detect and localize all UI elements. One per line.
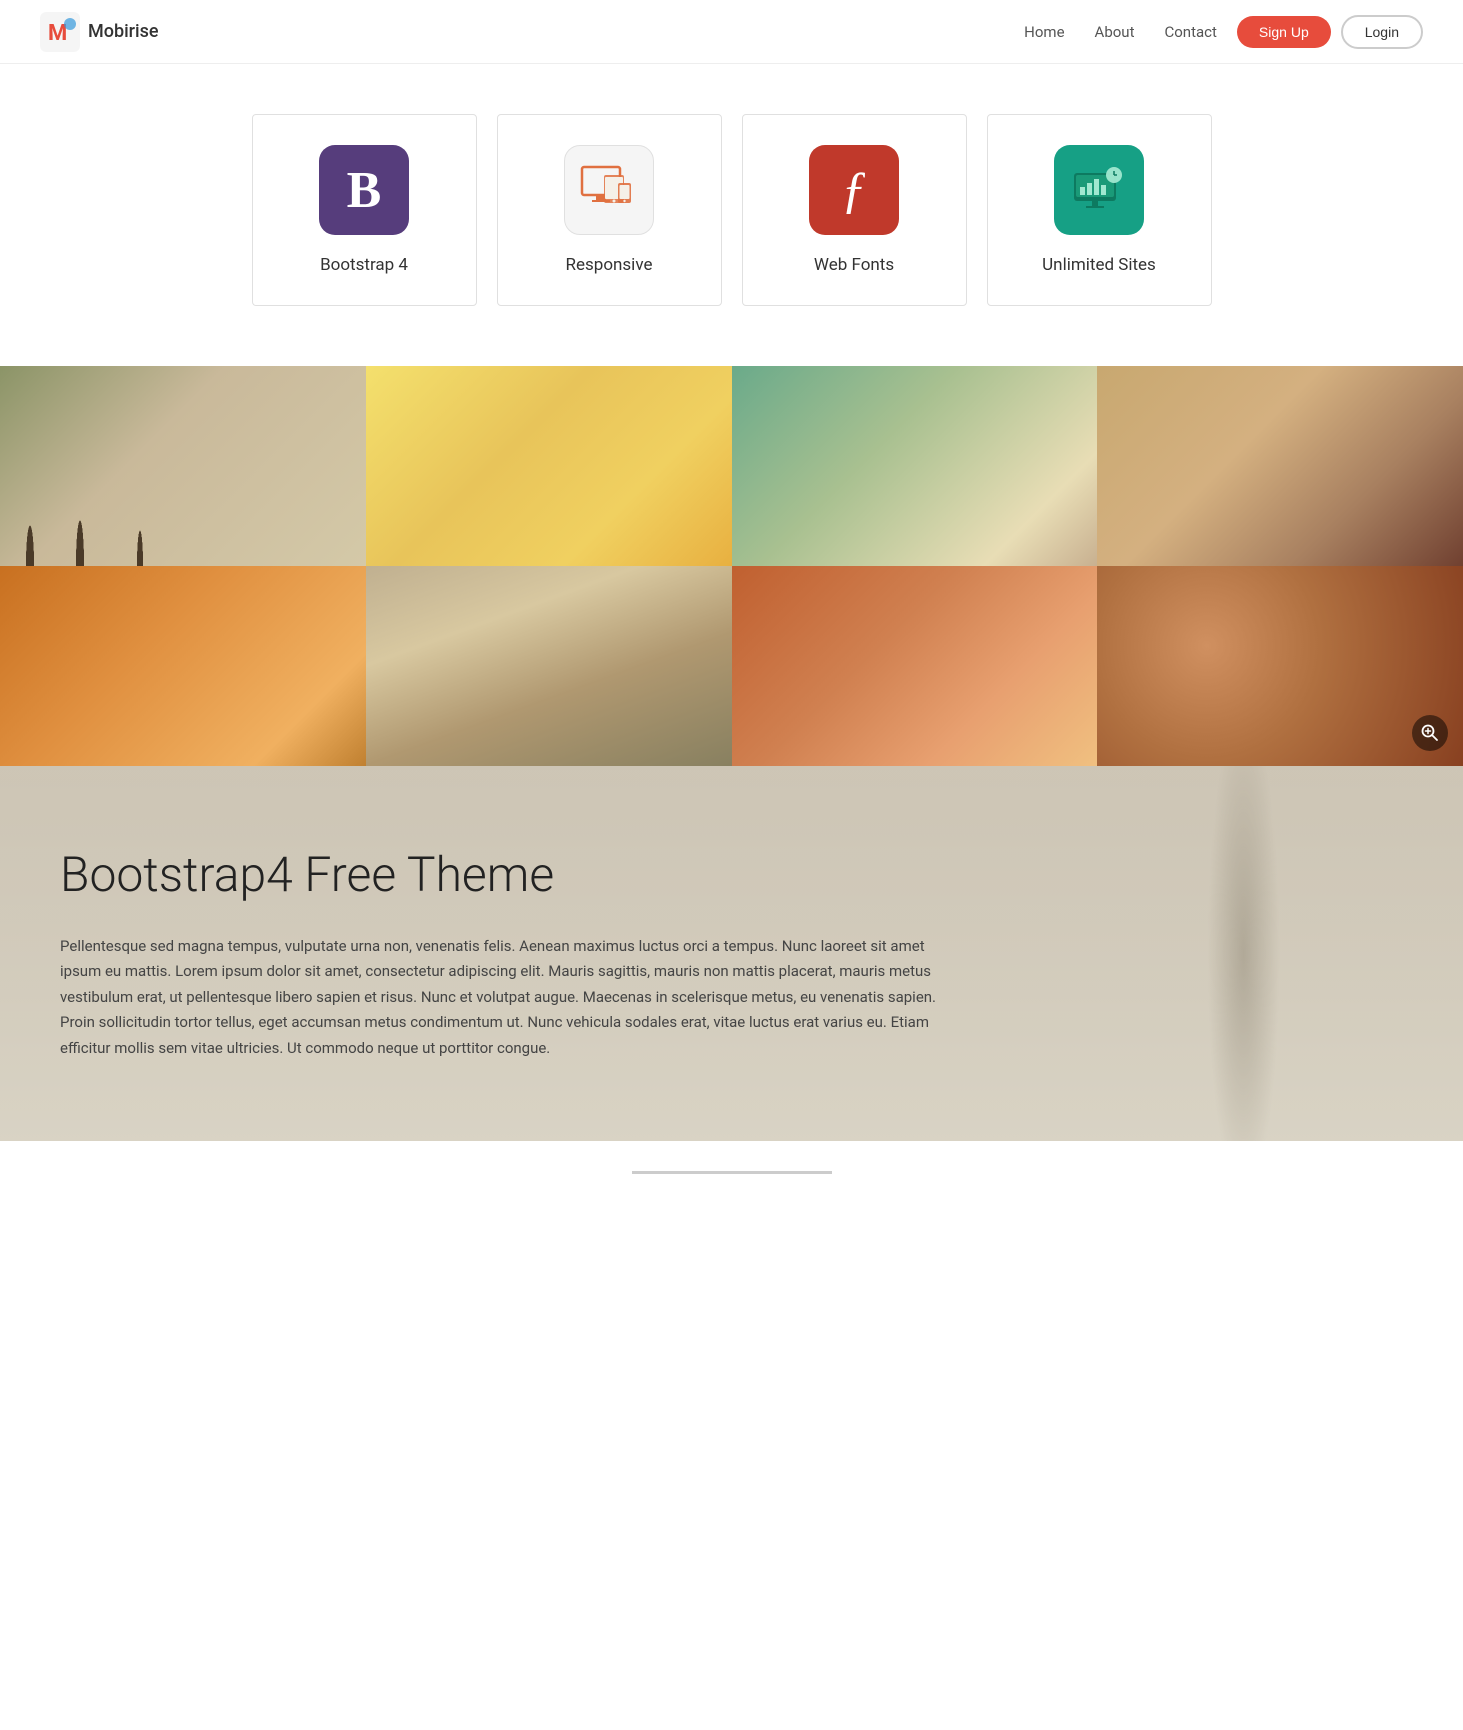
bootstrap-icon: B — [319, 145, 409, 235]
bootstrap-label: Bootstrap 4 — [320, 255, 408, 275]
features-grid: B Bootstrap 4 — [252, 114, 1212, 306]
unlimited-label: Unlimited Sites — [1042, 255, 1156, 275]
nav-contact[interactable]: Contact — [1164, 23, 1216, 41]
nav-home[interactable]: Home — [1024, 23, 1064, 41]
nav-about[interactable]: About — [1095, 23, 1135, 41]
brand-link[interactable]: M Mobirise — [40, 12, 159, 52]
content-inner: Bootstrap4 Free Theme Pellentesque sed m… — [60, 846, 960, 1061]
responsive-icon — [564, 145, 654, 235]
feature-card-webfonts: ƒ Web Fonts — [742, 114, 967, 306]
nav-menu: Home About Contact — [1024, 22, 1217, 41]
gallery-section — [0, 366, 1463, 766]
content-title: Bootstrap4 Free Theme — [60, 846, 960, 904]
brand-name: Mobirise — [88, 21, 159, 42]
gallery-row-1 — [0, 366, 1463, 566]
features-section: B Bootstrap 4 — [0, 64, 1463, 366]
gallery-row-2 — [0, 566, 1463, 766]
gallery-item-7 — [732, 566, 1098, 766]
bottom-divider — [632, 1171, 832, 1174]
feature-card-bootstrap: B Bootstrap 4 — [252, 114, 477, 306]
gallery-item-2 — [366, 366, 732, 566]
login-button[interactable]: Login — [1341, 15, 1423, 49]
navbar: M Mobirise Home About Contact Sign Up Lo… — [0, 0, 1463, 64]
feature-card-responsive: Responsive — [497, 114, 722, 306]
gallery-item-3 — [732, 366, 1098, 566]
content-section: Bootstrap4 Free Theme Pellentesque sed m… — [0, 766, 1463, 1141]
brand-logo: M — [40, 12, 80, 52]
responsive-label: Responsive — [566, 255, 653, 275]
signup-button[interactable]: Sign Up — [1237, 16, 1331, 48]
gallery-item-5 — [0, 566, 366, 766]
gallery-item-1 — [0, 366, 366, 566]
webfonts-icon: ƒ — [809, 145, 899, 235]
webfonts-label: Web Fonts — [814, 255, 894, 275]
gallery-item-4 — [1097, 366, 1463, 566]
gallery-item-6 — [366, 566, 732, 766]
feature-card-unlimited: Unlimited Sites — [987, 114, 1212, 306]
gallery-item-8 — [1097, 566, 1463, 766]
content-body: Pellentesque sed magna tempus, vulputate… — [60, 934, 960, 1062]
zoom-button[interactable] — [1412, 715, 1448, 751]
unlimited-icon — [1054, 145, 1144, 235]
